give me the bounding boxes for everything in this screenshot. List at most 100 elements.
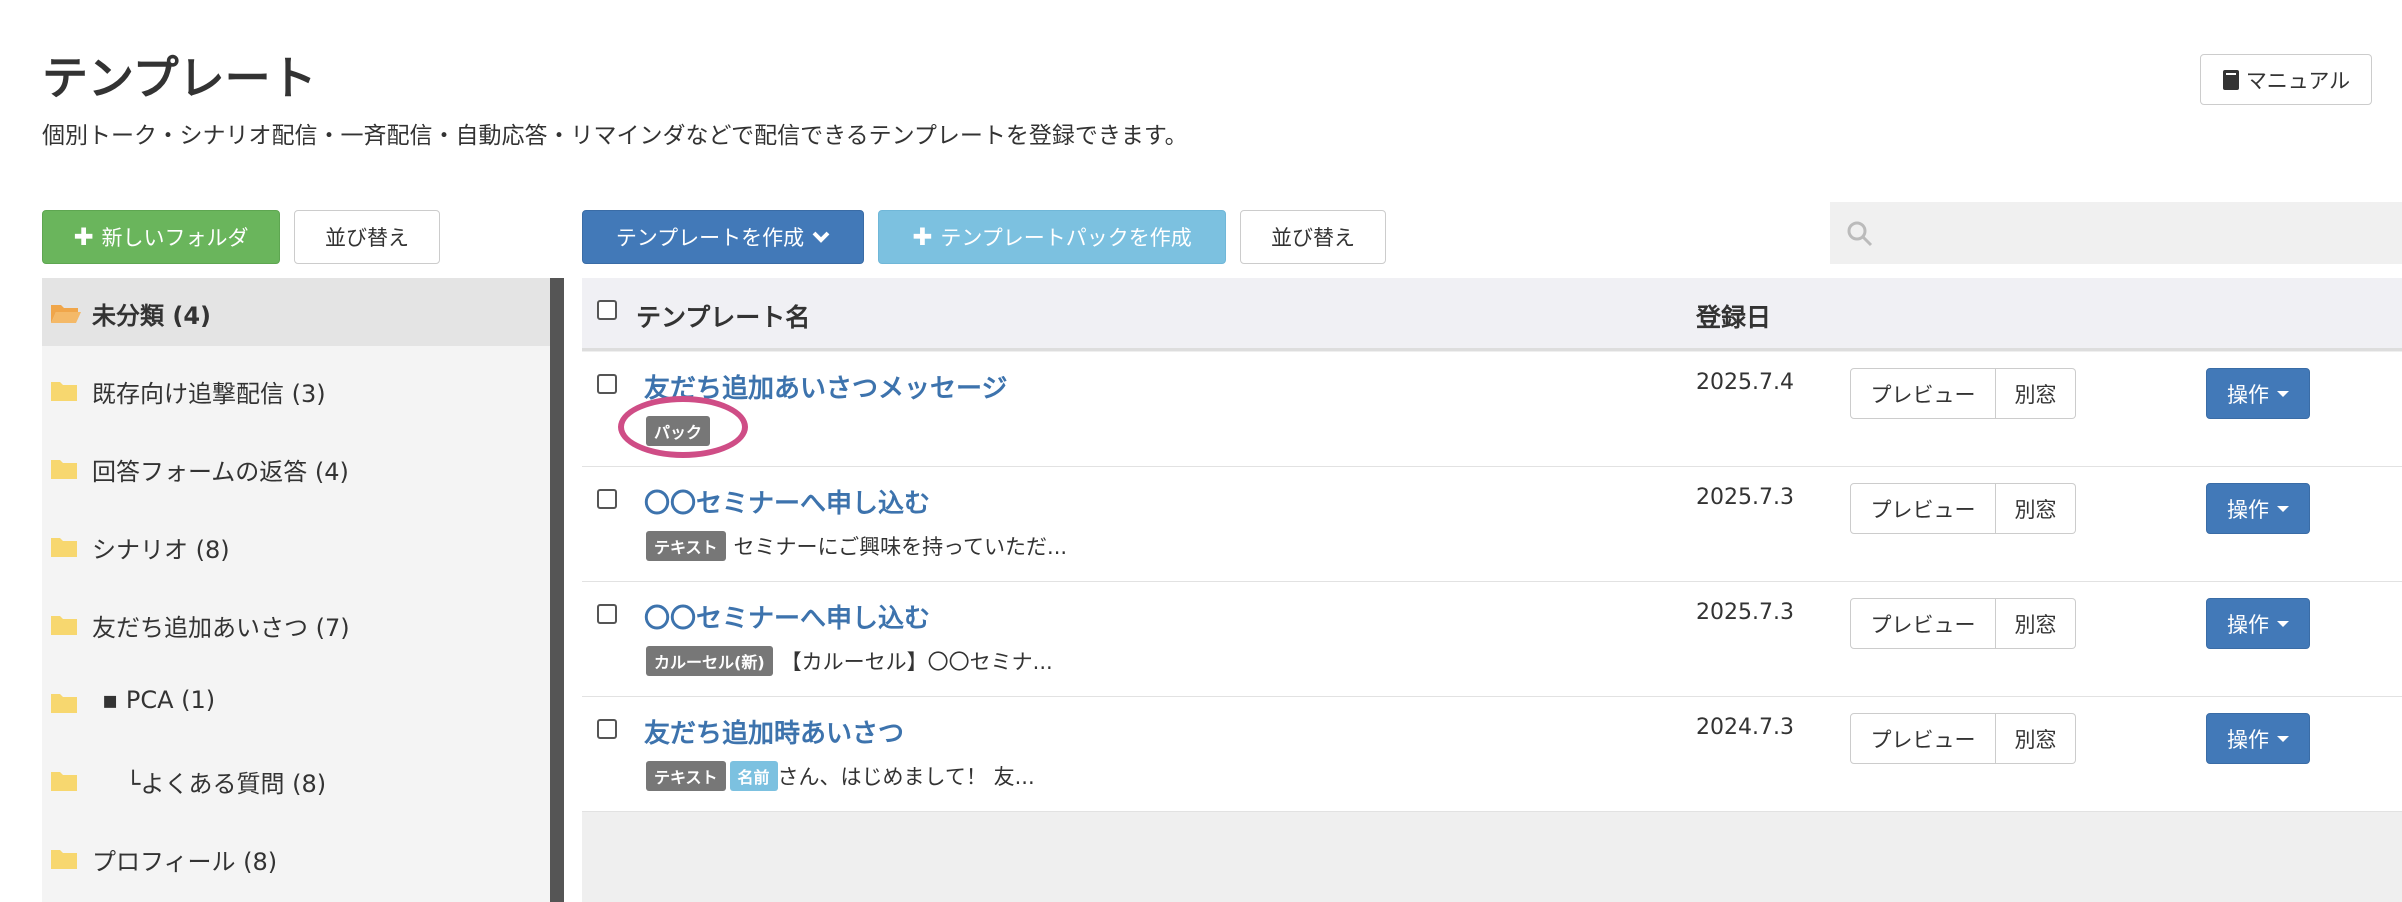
column-header-name: テンプレート名 xyxy=(636,303,811,332)
sort-templates-button[interactable]: 並び替え xyxy=(1240,210,1386,264)
preview-button[interactable]: プレビュー xyxy=(1850,483,1996,534)
template-preview-text: さん、はじめまして！ 友... xyxy=(777,765,1035,789)
create-pack-button[interactable]: ✚ テンプレートパックを作成 xyxy=(878,210,1226,264)
chevron-down-icon xyxy=(812,231,830,243)
sidebar-item-label: プロフィール (8) xyxy=(92,848,278,876)
search-icon xyxy=(1847,221,1873,247)
folder-icon xyxy=(51,772,77,791)
name-variable-badge: 名前 xyxy=(729,761,778,791)
folder-icon xyxy=(51,382,77,401)
sidebar-item-label: ▪ PCA (1) xyxy=(102,686,216,714)
templates-page: テンプレート 個別トーク・シナリオ配信・一斉配信・自動応答・リマインダなどで配信… xyxy=(0,0,2402,902)
template-name-link[interactable]: 〇〇セミナーへ申し込む xyxy=(644,483,930,520)
manual-button[interactable]: マニュアル xyxy=(2200,54,2372,105)
sidebar-item-label: 回答フォームの返答 (4) xyxy=(92,458,349,486)
template-meta: テキスト セミナーにご興味を持っていただ... xyxy=(646,531,1067,561)
create-template-label: テンプレートを作成 xyxy=(615,226,805,250)
table-header: テンプレート名 登録日 xyxy=(582,278,2402,351)
page-title: テンプレート xyxy=(42,51,317,105)
new-folder-button[interactable]: ✚ 新しいフォルダ xyxy=(42,210,280,264)
row-checkbox[interactable] xyxy=(597,604,617,624)
row-checkbox[interactable] xyxy=(597,719,617,739)
caret-down-icon xyxy=(2277,505,2289,512)
sidebar-item-friend-greeting[interactable]: 友だち追加あいさつ (7) xyxy=(42,590,550,658)
sidebar-item-scenario[interactable]: シナリオ (8) xyxy=(42,512,550,580)
row-button-group: プレビュー 別窓 xyxy=(1850,483,2076,534)
row-button-group: プレビュー 別窓 xyxy=(1850,368,2076,419)
action-dropdown-button[interactable]: 操作 xyxy=(2206,483,2310,534)
open-window-button[interactable]: 別窓 xyxy=(1996,483,2076,534)
template-type-badge: カルーセル(新) xyxy=(646,646,773,676)
template-type-badge: テキスト xyxy=(646,531,726,561)
table-row: 〇〇セミナーへ申し込む テキスト セミナーにご興味を持っていただ... 2025… xyxy=(582,467,2402,582)
highlight-annotation-circle xyxy=(618,396,748,458)
column-header-date: 登録日 xyxy=(1696,303,1772,332)
plus-icon: ✚ xyxy=(912,223,933,251)
book-icon xyxy=(2222,69,2239,90)
folder-icon xyxy=(51,694,77,713)
template-table: テンプレート名 登録日 友だち追加あいさつメッセージ パック 2025.7.4 … xyxy=(582,278,2402,902)
template-preview-text: セミナーにご興味を持っていただ... xyxy=(733,535,1068,559)
action-label: 操作 xyxy=(2227,612,2269,637)
sidebar-item-faq[interactable]: └よくある質問 (8) xyxy=(42,746,550,814)
table-row: 友だち追加あいさつメッセージ パック 2025.7.4 プレビュー 別窓 操作 xyxy=(582,352,2402,467)
action-label: 操作 xyxy=(2227,497,2269,522)
row-checkbox[interactable] xyxy=(597,489,617,509)
action-dropdown-button[interactable]: 操作 xyxy=(2206,598,2310,649)
preview-button[interactable]: プレビュー xyxy=(1850,713,1996,764)
plus-icon: ✚ xyxy=(73,223,94,251)
page-subtitle: 個別トーク・シナリオ配信・一斉配信・自動応答・リマインダなどで配信できるテンプレ… xyxy=(42,123,1188,149)
template-type-badge: テキスト xyxy=(646,761,726,791)
sidebar-item-followup[interactable]: 既存向け追撃配信 (3) xyxy=(42,356,550,424)
new-folder-label: 新しいフォルダ xyxy=(101,226,249,250)
open-window-button[interactable]: 別窓 xyxy=(1996,368,2076,419)
template-date: 2025.7.3 xyxy=(1696,600,1794,625)
action-label: 操作 xyxy=(2227,727,2269,752)
template-date: 2025.7.3 xyxy=(1696,485,1794,510)
action-dropdown-button[interactable]: 操作 xyxy=(2206,368,2310,419)
row-button-group: プレビュー 別窓 xyxy=(1850,713,2076,764)
preview-button[interactable]: プレビュー xyxy=(1850,598,1996,649)
sidebar-item-profile[interactable]: プロフィール (8) xyxy=(42,824,550,892)
template-name-link[interactable]: 友だち追加時あいさつ xyxy=(644,713,904,750)
folder-icon xyxy=(51,616,77,635)
select-all-checkbox[interactable] xyxy=(597,300,617,320)
sidebar-item-label: └よくある質問 (8) xyxy=(102,770,327,798)
create-pack-label: テンプレートパックを作成 xyxy=(940,226,1192,250)
table-row: 〇〇セミナーへ申し込む カルーセル(新) 【カルーセル】〇〇セミナ... 202… xyxy=(582,582,2402,697)
manual-label: マニュアル xyxy=(2245,68,2351,93)
caret-down-icon xyxy=(2277,620,2289,627)
open-window-button[interactable]: 別窓 xyxy=(1996,598,2076,649)
template-preview-text: 【カルーセル】〇〇セミナ... xyxy=(780,650,1053,674)
folder-icon xyxy=(51,538,77,557)
template-meta: カルーセル(新) 【カルーセル】〇〇セミナ... xyxy=(646,646,1053,676)
open-window-button[interactable]: 別窓 xyxy=(1996,713,2076,764)
search-input[interactable] xyxy=(1830,202,2402,264)
sidebar-item-label: 友だち追加あいさつ (7) xyxy=(92,614,350,642)
row-button-group: プレビュー 別窓 xyxy=(1850,598,2076,649)
preview-button[interactable]: プレビュー xyxy=(1850,368,1996,419)
folder-sidebar: 未分類 (4) 既存向け追撃配信 (3) 回答フォームの返答 (4) シナリオ … xyxy=(42,278,550,902)
caret-down-icon xyxy=(2277,390,2289,397)
action-dropdown-button[interactable]: 操作 xyxy=(2206,713,2310,764)
template-name-link[interactable]: 〇〇セミナーへ申し込む xyxy=(644,598,930,635)
sidebar-item-label: シナリオ (8) xyxy=(92,536,230,564)
folder-open-icon xyxy=(51,305,81,323)
template-meta: テキスト 名前 さん、はじめまして！ 友... xyxy=(646,761,1035,791)
create-template-button[interactable]: テンプレートを作成 xyxy=(582,210,864,264)
folder-icon xyxy=(51,460,77,479)
folder-icon xyxy=(51,850,77,869)
template-date: 2024.7.3 xyxy=(1696,715,1794,740)
sidebar-resize-handle[interactable] xyxy=(550,278,564,902)
sidebar-item-unclassified[interactable]: 未分類 (4) xyxy=(42,278,550,346)
sidebar-item-label: 既存向け追撃配信 (3) xyxy=(92,380,326,408)
caret-down-icon xyxy=(2277,735,2289,742)
sidebar-item-label: 未分類 (4) xyxy=(92,302,211,330)
sort-folders-button[interactable]: 並び替え xyxy=(294,210,440,264)
table-row: 友だち追加時あいさつ テキスト 名前 さん、はじめまして！ 友... 2024.… xyxy=(582,697,2402,812)
row-checkbox[interactable] xyxy=(597,374,617,394)
sidebar-item-pca[interactable]: ▪ PCA (1) xyxy=(42,668,550,736)
sidebar-item-form-replies[interactable]: 回答フォームの返答 (4) xyxy=(42,434,550,502)
action-label: 操作 xyxy=(2227,382,2269,407)
template-date: 2025.7.4 xyxy=(1696,370,1794,395)
